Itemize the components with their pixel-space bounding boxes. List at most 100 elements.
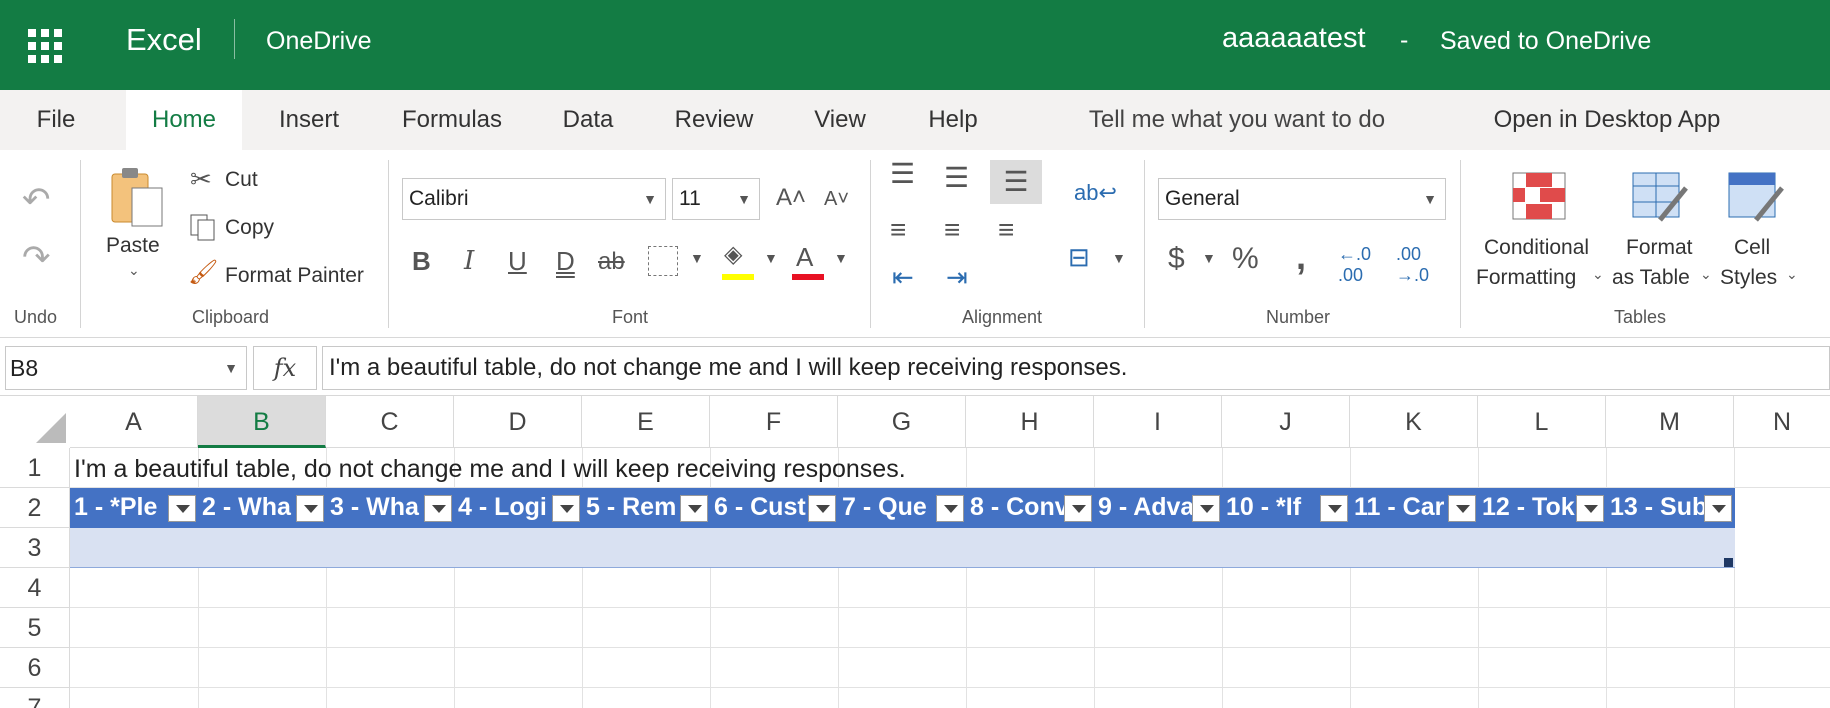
row-header-7[interactable]: 7 (0, 688, 70, 708)
tab-insert[interactable]: Insert (268, 90, 350, 150)
filter-dropdown-icon[interactable] (680, 495, 708, 522)
conditional-formatting-label-2[interactable]: Formatting (1476, 266, 1576, 290)
tab-file[interactable]: File (18, 90, 94, 150)
conditional-formatting-label[interactable]: Conditional (1484, 236, 1589, 260)
formula-input[interactable]: I'm a beautiful table, do not change me … (322, 346, 1830, 390)
table-header-cell[interactable]: 7 - Que (838, 488, 966, 528)
row-header-2[interactable]: 2 (0, 488, 70, 528)
filter-dropdown-icon[interactable] (936, 495, 964, 522)
location-link[interactable]: OneDrive (266, 27, 372, 56)
double-underline-icon[interactable]: D (556, 246, 575, 277)
table-header-cell[interactable]: 8 - Conv (966, 488, 1094, 528)
document-title[interactable]: aaaaaatest (1222, 22, 1366, 55)
chevron-down-icon[interactable]: ▼ (834, 250, 848, 266)
tab-data[interactable]: Data (554, 90, 622, 150)
row-header-6[interactable]: 6 (0, 648, 70, 688)
table-header-cell[interactable]: 13 - Sub (1606, 488, 1734, 528)
chevron-down-icon[interactable]: ▼ (764, 250, 778, 266)
column-header-d[interactable]: D (454, 396, 582, 448)
merge-center-icon[interactable]: ⊟ (1068, 242, 1090, 273)
column-header-f[interactable]: F (710, 396, 838, 448)
open-desktop-app-button[interactable]: Open in Desktop App (1478, 90, 1736, 150)
table-header-cell[interactable]: 4 - Logi (454, 488, 582, 528)
filter-dropdown-icon[interactable] (1064, 495, 1092, 522)
row-header-4[interactable]: 4 (0, 568, 70, 608)
font-size-dropdown[interactable]: 11 ▼ (672, 178, 760, 220)
currency-icon[interactable]: $ (1168, 242, 1185, 276)
strikethrough-icon[interactable]: ab (598, 248, 625, 276)
table-header-cell[interactable]: 12 - Tok (1478, 488, 1606, 528)
table-header-cell[interactable]: 2 - Wha (198, 488, 326, 528)
column-header-h[interactable]: H (966, 396, 1094, 448)
conditional-formatting-icon[interactable] (1512, 172, 1566, 220)
column-header-k[interactable]: K (1350, 396, 1478, 448)
format-painter-icon[interactable]: 🖌 (188, 258, 218, 287)
undo-icon[interactable]: ↶ (22, 180, 51, 220)
tell-me-search[interactable]: Tell me what you want to do (1070, 90, 1404, 150)
app-name[interactable]: Excel (126, 22, 202, 58)
chevron-down-icon[interactable]: ⌄ (1592, 266, 1604, 283)
table-header-cell[interactable]: 3 - Wha (326, 488, 454, 528)
column-header-i[interactable]: I (1094, 396, 1222, 448)
number-format-dropdown[interactable]: General ▼ (1158, 178, 1446, 220)
align-middle-icon[interactable]: ☰ (944, 164, 969, 192)
format-as-table-label[interactable]: Format (1626, 236, 1693, 260)
filter-dropdown-icon[interactable] (1448, 495, 1476, 522)
align-bottom-icon[interactable]: ☰ (990, 160, 1042, 204)
app-launcher-icon[interactable] (28, 29, 62, 63)
copy-icon[interactable] (188, 212, 218, 242)
table-resize-handle[interactable] (1724, 558, 1733, 567)
format-as-table-label-2[interactable]: as Table (1612, 266, 1690, 290)
paste-chevron-icon[interactable]: ⌄ (128, 262, 140, 279)
increase-font-icon[interactable]: A˄ (776, 184, 806, 212)
increase-decimal-icon[interactable]: ←.0.00 (1338, 244, 1371, 286)
name-box[interactable]: B8 ▼ (5, 346, 247, 390)
chevron-down-icon[interactable]: ▼ (690, 250, 704, 266)
cell-styles-icon[interactable] (1728, 172, 1786, 224)
decrease-decimal-icon[interactable]: .00 →.0 (1396, 244, 1429, 286)
format-painter-button[interactable]: Format Painter (225, 264, 364, 288)
align-center-icon[interactable]: ≡ (944, 214, 960, 246)
filter-dropdown-icon[interactable] (808, 495, 836, 522)
select-all-corner[interactable] (0, 396, 70, 448)
redo-icon[interactable]: ↷ (22, 238, 51, 278)
italic-icon[interactable]: I (464, 246, 474, 276)
table-header-cell[interactable]: 11 - Car (1350, 488, 1478, 528)
decrease-font-icon[interactable]: A˅ (824, 188, 849, 211)
tab-formulas[interactable]: Formulas (392, 90, 512, 150)
filter-dropdown-icon[interactable] (1576, 495, 1604, 522)
paste-icon[interactable] (108, 166, 166, 230)
column-header-j[interactable]: J (1222, 396, 1350, 448)
font-name-dropdown[interactable]: Calibri ▼ (402, 178, 666, 220)
tab-home[interactable]: Home (126, 90, 242, 150)
insert-function-button[interactable]: fx (253, 346, 317, 390)
row-header-3[interactable]: 3 (0, 528, 70, 568)
chevron-down-icon[interactable]: ▼ (1202, 250, 1216, 266)
filter-dropdown-icon[interactable] (1704, 495, 1732, 522)
column-header-n[interactable]: N (1734, 396, 1830, 448)
table-header-cell[interactable]: 1 - *Ple (70, 488, 198, 528)
column-header-a[interactable]: A (70, 396, 198, 448)
table-header-cell[interactable]: 10 - *If (1222, 488, 1350, 528)
decrease-indent-icon[interactable]: ⇤ (892, 262, 914, 293)
filter-dropdown-icon[interactable] (424, 495, 452, 522)
cut-button[interactable]: Cut (225, 168, 258, 192)
tab-help[interactable]: Help (920, 90, 986, 150)
column-header-c[interactable]: C (326, 396, 454, 448)
chevron-down-icon[interactable]: ⌄ (1786, 266, 1798, 283)
align-right-icon[interactable]: ≡ (998, 214, 1014, 246)
font-color-icon[interactable]: A (796, 242, 813, 273)
align-top-icon[interactable]: ☰ (890, 160, 915, 188)
fill-color-icon[interactable]: ◈ (724, 240, 742, 269)
percent-icon[interactable]: % (1232, 242, 1259, 276)
copy-button[interactable]: Copy (225, 216, 274, 240)
column-header-e[interactable]: E (582, 396, 710, 448)
table-header-cell[interactable]: 5 - Rem (582, 488, 710, 528)
column-header-l[interactable]: L (1478, 396, 1606, 448)
filter-dropdown-icon[interactable] (168, 495, 196, 522)
cell-styles-label-2[interactable]: Styles (1720, 266, 1777, 290)
tab-view[interactable]: View (808, 90, 872, 150)
paste-label[interactable]: Paste (106, 234, 160, 258)
increase-indent-icon[interactable]: ⇥ (946, 262, 968, 293)
wrap-text-icon[interactable]: ab↩ (1074, 180, 1117, 206)
